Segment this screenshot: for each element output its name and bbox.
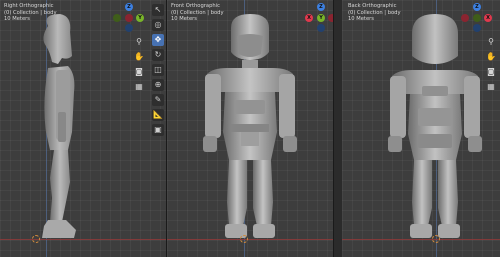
model-back-view[interactable] [382,12,488,242]
camera-icon[interactable]: ◙ [134,67,144,77]
viewport-front[interactable]: Front Orthographic (0) Collection | body… [167,0,333,257]
collection-label: (0) Collection | body [348,9,401,16]
rotate-icon[interactable]: ↻ [152,49,164,61]
select-cursor-icon[interactable]: ↖ [152,4,164,16]
zoom-icon[interactable]: ⚲ [134,37,144,47]
gizmo-neg-z-icon[interactable] [473,24,481,32]
gizmo-neg-x-icon[interactable] [461,14,469,22]
camera-icon[interactable]: ◙ [486,67,496,77]
view-name: Front Orthographic [171,3,220,9]
gizmo-neg-y-icon[interactable] [473,14,481,22]
origin-marker [32,235,40,243]
gizmo-y-icon[interactable]: Y [317,14,325,22]
view-name: Right Orthographic [4,3,54,9]
gizmo-z-icon[interactable]: Z [317,3,325,11]
pan-hand-icon[interactable]: ✋ [134,52,144,62]
gizmo-neg-y-icon[interactable] [113,14,121,22]
scale-icon[interactable]: ◫ [152,64,164,76]
viewport-info: Front Orthographic (0) Collection | body… [171,3,224,23]
gizmo-x-icon[interactable]: X [305,14,313,22]
scale-label: 10 Meters [348,16,374,23]
move-icon[interactable]: ✥ [152,34,164,46]
transform-icon[interactable]: ⊕ [152,79,164,91]
navigation-gizmo[interactable]: Z Y [112,3,146,32]
gizmo-z-icon[interactable]: Z [473,3,481,11]
navigation-gizmo[interactable]: Z X [460,3,494,32]
annotate-icon[interactable]: ✎ [152,94,164,106]
nav-toolbar: ⚲ ✋ ◙ ▦ [134,37,146,97]
model-front-view[interactable] [197,12,303,242]
viewport-info: Back Orthographic (0) Collection | body … [348,3,401,23]
origin-marker [432,235,440,243]
gizmo-y-icon[interactable]: Y [136,14,144,22]
collection-label: (0) Collection | body [4,9,57,16]
gizmo-x-icon[interactable]: X [484,14,492,22]
view-name: Back Orthographic [348,3,397,9]
gizmo-z-icon[interactable]: Z [125,3,133,11]
viewport-divider[interactable] [333,0,334,257]
scale-label: 10 Meters [171,16,197,23]
gizmo-neg-z-icon[interactable] [125,24,133,32]
tool-shelf: ↖ ◎ ✥ ↻ ◫ ⊕ ✎ 📐 ▣ [152,4,166,139]
viewport-right[interactable]: Right Orthographic (0) Collection | body… [0,0,166,257]
viewport-back[interactable]: Back Orthographic (0) Collection | body … [342,0,500,257]
zoom-icon[interactable]: ⚲ [486,37,496,47]
grid-icon[interactable]: ▦ [486,82,496,92]
cursor-icon[interactable]: ◎ [152,19,164,31]
collection-label: (0) Collection | body [171,9,224,16]
nav-toolbar: ⚲ ✋ ◙ ▦ [486,37,498,97]
origin-marker [240,235,248,243]
add-cube-icon[interactable]: ▣ [152,124,164,136]
pan-hand-icon[interactable]: ✋ [486,52,496,62]
grid-icon[interactable]: ▦ [134,82,144,92]
viewport-info: Right Orthographic (0) Collection | body… [4,3,57,23]
gizmo-neg-z-icon[interactable] [317,24,325,32]
navigation-gizmo[interactable]: Z X Y [304,3,333,32]
measure-icon[interactable]: 📐 [152,109,164,121]
gizmo-neg-x-icon[interactable] [125,14,133,22]
scale-label: 10 Meters [4,16,30,23]
model-side-view[interactable] [28,12,88,242]
